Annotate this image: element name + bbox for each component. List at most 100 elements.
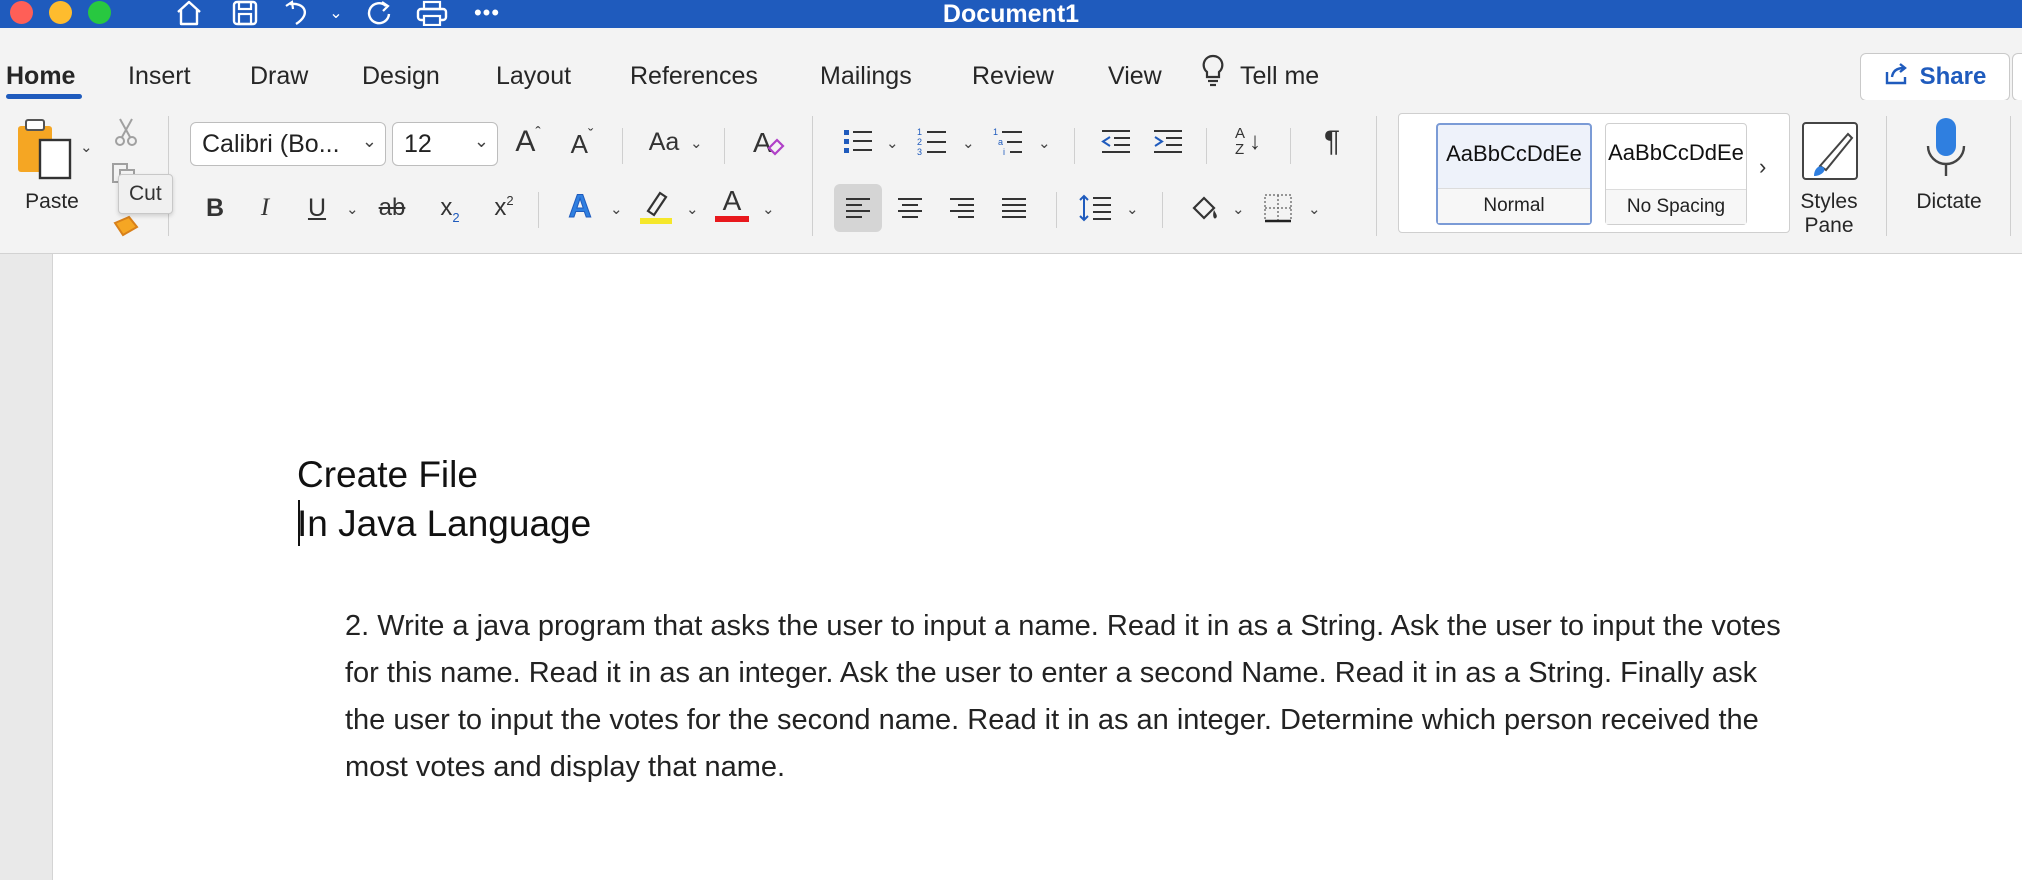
justify-icon[interactable] — [994, 188, 1034, 228]
line-spacing-icon[interactable] — [1076, 188, 1116, 228]
bullets-dropdown-icon[interactable]: ⌄ — [886, 134, 899, 152]
dictate-label[interactable]: Dictate — [1904, 190, 1994, 214]
text-effects-button[interactable]: A — [560, 186, 600, 226]
style-name: No Spacing — [1606, 189, 1746, 224]
minimize-window-button[interactable] — [49, 1, 72, 24]
font-size-select[interactable]: 12 ⌄ — [392, 122, 498, 166]
svg-text:A: A — [753, 127, 772, 158]
ribbon-divider — [724, 128, 725, 164]
svg-text:3: 3 — [917, 147, 922, 157]
shading-dropdown-icon[interactable]: ⌄ — [1232, 200, 1245, 218]
ribbon-divider — [1290, 128, 1291, 164]
microphone-icon[interactable] — [1924, 116, 1968, 182]
undo-dropdown-icon[interactable]: ⌄ — [326, 0, 346, 26]
decrease-indent-icon[interactable] — [1096, 122, 1136, 162]
svg-text:a: a — [998, 137, 1003, 147]
superscript-mark: 2 — [506, 192, 514, 208]
tab-layout[interactable]: Layout — [496, 56, 571, 96]
shrink-font-icon[interactable]: Aˇ — [562, 124, 602, 164]
share-icon — [1884, 62, 1910, 93]
style-no-spacing[interactable]: AaBbCcDdEe No Spacing — [1605, 123, 1747, 225]
tab-references[interactable]: References — [630, 56, 758, 96]
chevron-down-icon: ⌄ — [361, 131, 377, 151]
numbering-icon[interactable]: 123 — [912, 122, 952, 162]
underline-button[interactable]: U — [297, 188, 337, 228]
sort-icon[interactable]: A Z ↓ — [1228, 120, 1268, 164]
more-icon[interactable]: ••• — [470, 0, 504, 26]
scissors-icon[interactable] — [106, 112, 146, 152]
change-case-dropdown-icon[interactable]: ⌄ — [690, 134, 703, 152]
styles-pane-label-line2: Pane — [1804, 214, 1854, 237]
styles-pane-icon[interactable] — [1800, 120, 1860, 182]
shading-icon[interactable] — [1184, 188, 1224, 228]
home-icon[interactable] — [172, 0, 206, 26]
underline-dropdown-icon[interactable]: ⌄ — [346, 200, 359, 218]
align-left-icon[interactable] — [834, 184, 882, 232]
ribbon-divider — [2010, 116, 2011, 236]
borders-dropdown-icon[interactable]: ⌄ — [1308, 200, 1321, 218]
highlight-dropdown-icon[interactable]: ⌄ — [686, 200, 699, 218]
svg-text:i: i — [1003, 147, 1005, 157]
numbering-dropdown-icon[interactable]: ⌄ — [962, 134, 975, 152]
print-icon[interactable] — [414, 0, 450, 26]
document-heading-line2[interactable]: In Java Language — [297, 500, 591, 548]
tab-review[interactable]: Review — [972, 56, 1054, 96]
bold-button[interactable]: B — [195, 188, 235, 228]
subscript-button[interactable]: x2 — [430, 188, 470, 228]
tab-home[interactable]: Home — [6, 56, 75, 96]
clear-formatting-icon[interactable]: A — [748, 122, 788, 162]
change-case-button[interactable]: Aa — [642, 122, 686, 162]
grow-font-icon[interactable]: Aˆ — [508, 122, 548, 162]
text-effects-dropdown-icon[interactable]: ⌄ — [610, 200, 623, 218]
bullets-icon[interactable] — [838, 122, 878, 162]
tab-view[interactable]: View — [1108, 56, 1162, 96]
strikethrough-button[interactable]: ab — [372, 188, 412, 228]
tab-design[interactable]: Design — [362, 56, 440, 96]
font-color-button[interactable]: A — [712, 184, 752, 224]
multilevel-list-icon[interactable]: 1ai — [988, 122, 1028, 162]
italic-button[interactable]: I — [245, 188, 285, 228]
ribbon-divider — [1162, 192, 1163, 228]
tell-me-search[interactable]: Tell me — [1200, 54, 1320, 96]
tab-mailings[interactable]: Mailings — [820, 56, 912, 96]
line-spacing-dropdown-icon[interactable]: ⌄ — [1126, 200, 1139, 218]
ribbon-divider — [1056, 192, 1057, 228]
align-right-icon[interactable] — [942, 188, 982, 228]
paste-label[interactable]: Paste — [18, 190, 86, 214]
style-sample: AaBbCcDdEe — [1446, 141, 1582, 166]
styles-pane-label[interactable]: Styles Pane — [1786, 190, 1872, 238]
document-paragraph[interactable]: 2. Write a java program that asks the us… — [345, 603, 1805, 791]
chevron-right-icon[interactable]: › — [1759, 154, 1766, 180]
font-family-select[interactable]: Calibri (Bo... ⌄ — [190, 122, 386, 166]
tab-insert[interactable]: Insert — [128, 56, 191, 96]
ribbon-divider — [1886, 116, 1887, 236]
superscript-button[interactable]: x2 — [484, 188, 524, 228]
share-button[interactable]: Share — [1860, 53, 2010, 101]
tab-draw[interactable]: Draw — [250, 56, 308, 96]
share-label: Share — [1919, 63, 1987, 90]
close-window-button[interactable] — [10, 1, 33, 24]
style-normal[interactable]: AaBbCcDdEe Normal — [1436, 123, 1592, 225]
paste-icon[interactable] — [14, 118, 74, 180]
sort-z-label: Z — [1234, 141, 1245, 158]
borders-icon[interactable] — [1258, 188, 1298, 228]
redo-icon[interactable] — [362, 0, 396, 26]
document-heading-line1[interactable]: Create File — [297, 451, 478, 499]
superscript-base: x — [494, 194, 507, 221]
tell-me-label: Tell me — [1240, 62, 1320, 90]
font-color-swatch — [715, 216, 749, 222]
style-sample: AaBbCcDdEe — [1608, 140, 1744, 165]
multilevel-dropdown-icon[interactable]: ⌄ — [1038, 134, 1051, 152]
save-icon[interactable] — [228, 0, 262, 26]
subscript-mark: 2 — [452, 209, 460, 225]
highlight-icon[interactable] — [636, 186, 676, 226]
undo-icon[interactable] — [282, 0, 316, 26]
svg-text:2: 2 — [917, 137, 922, 147]
maximize-window-button[interactable] — [88, 1, 111, 24]
align-center-icon[interactable] — [890, 188, 930, 228]
show-formatting-button[interactable]: ¶ — [1312, 122, 1352, 162]
increase-indent-icon[interactable] — [1148, 122, 1188, 162]
font-color-dropdown-icon[interactable]: ⌄ — [762, 200, 775, 218]
paste-dropdown-icon[interactable]: ⌄ — [80, 138, 93, 156]
comments-button-edge[interactable] — [2012, 53, 2022, 101]
